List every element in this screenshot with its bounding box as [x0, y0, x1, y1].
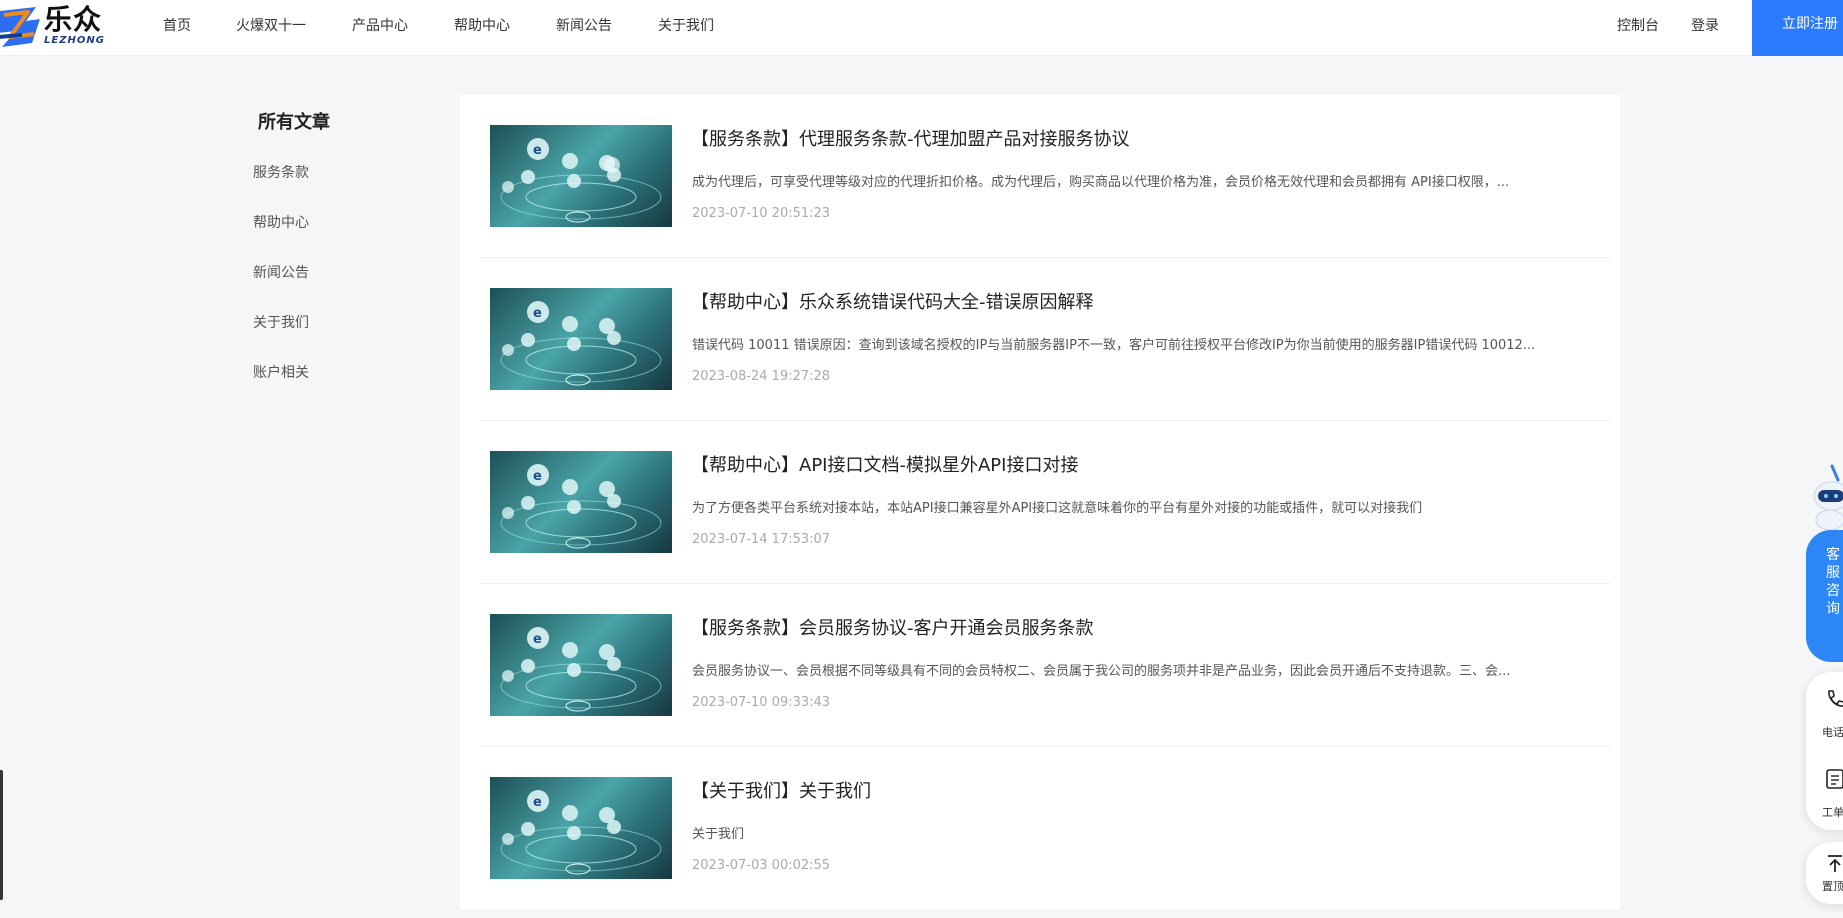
- article-item[interactable]: e 【服务条款】代理服务条款-代理加盟产品对接服务协议 成为代理后，可享受代理等…: [480, 95, 1610, 258]
- login-link[interactable]: 登录: [1691, 15, 1719, 35]
- cs-char: 询: [1826, 601, 1840, 617]
- article-thumbnail[interactable]: e: [490, 288, 672, 390]
- article-summary: 会员服务协议一、会员根据不同等级具有不同的会员特权二、会员属于我公司的服务项并非…: [692, 664, 1511, 679]
- article-summary: 关于我们: [692, 827, 745, 842]
- cs-char: 服: [1826, 565, 1840, 581]
- logo-icon: [0, 7, 40, 47]
- cs-char: 咨: [1826, 583, 1840, 599]
- article-title[interactable]: 【服务条款】会员服务协议-客户开通会员服务条款: [691, 614, 1094, 640]
- logo[interactable]: 乐众 LEZHONG: [0, 0, 115, 52]
- svg-text:e: e: [533, 143, 542, 158]
- cs-char: 客: [1826, 547, 1840, 563]
- article-item[interactable]: e 【帮助中心】乐众系统错误代码大全-错误原因解释 错误代码 10011 错误原…: [480, 258, 1610, 421]
- article-date: 2023-08-24 19:27:28: [692, 369, 831, 384]
- customer-service-button[interactable]: 客 服 咨 询: [1806, 530, 1843, 662]
- article-thumbnail[interactable]: e: [490, 451, 672, 553]
- sidebar-item-account[interactable]: 账户相关: [253, 362, 309, 382]
- tech-illustration-icon: e: [500, 138, 662, 223]
- tech-illustration-icon: e: [500, 627, 662, 712]
- ticket-label[interactable]: 工单: [1822, 804, 1843, 820]
- ticket-icon[interactable]: [1825, 768, 1843, 790]
- article-title[interactable]: 【服务条款】代理服务条款-代理加盟产品对接服务协议: [691, 125, 1130, 151]
- contact-panel: 电话 工单: [1806, 672, 1843, 830]
- tech-illustration-icon: e: [500, 464, 662, 549]
- sidebar-item-help[interactable]: 帮助中心: [253, 212, 309, 232]
- article-title[interactable]: 【关于我们】关于我们: [691, 777, 871, 803]
- nav-item-about[interactable]: 关于我们: [658, 15, 714, 35]
- register-button[interactable]: 立即注册: [1752, 0, 1843, 56]
- phone-label[interactable]: 电话: [1822, 724, 1843, 740]
- scroll-handle[interactable]: [0, 770, 3, 900]
- article-summary: 为了方便各类平台系统对接本站，本站API接口兼容星外API接口这就意味着你的平台…: [692, 501, 1423, 516]
- article-item[interactable]: e 【服务条款】会员服务协议-客户开通会员服务条款 会员服务协议一、会员根据不同…: [480, 584, 1610, 747]
- back-to-top-label: 置顶: [1822, 880, 1843, 893]
- article-summary: 成为代理后，可享受代理等级对应的代理折扣价格。成为代理后，购买商品以代理价格为准…: [692, 175, 1510, 190]
- nav-item-double11[interactable]: 火爆双十一: [236, 15, 306, 35]
- article-date: 2023-07-10 20:51:23: [692, 206, 831, 221]
- article-title[interactable]: 【帮助中心】API接口文档-模拟星外API接口对接: [691, 451, 1078, 477]
- article-summary: 错误代码 10011 错误原因：查询到该域名授权的IP与当前服务器IP不一致，客…: [692, 338, 1536, 353]
- sidebar-title: 所有文章: [258, 112, 330, 133]
- nav-item-home[interactable]: 首页: [163, 15, 191, 35]
- sidebar-item-about[interactable]: 关于我们: [253, 312, 309, 332]
- article-date: 2023-07-03 00:02:55: [692, 858, 831, 873]
- article-thumbnail[interactable]: e: [490, 614, 672, 716]
- back-to-top-button[interactable]: 置顶: [1806, 842, 1843, 904]
- article-item[interactable]: e 【帮助中心】API接口文档-模拟星外API接口对接 为了方便各类平台系统对接…: [480, 421, 1610, 584]
- nav-item-help[interactable]: 帮助中心: [454, 15, 510, 35]
- nav-item-news[interactable]: 新闻公告: [556, 15, 612, 35]
- svg-text:e: e: [533, 469, 542, 484]
- console-link[interactable]: 控制台: [1617, 15, 1659, 35]
- svg-text:e: e: [533, 632, 542, 647]
- article-date: 2023-07-14 17:53:07: [692, 532, 831, 547]
- article-item[interactable]: e 【关于我们】关于我们 关于我们 2023-07-03 00:02:55: [480, 747, 1610, 910]
- sidebar-item-news[interactable]: 新闻公告: [253, 262, 309, 282]
- nav-item-products[interactable]: 产品中心: [352, 15, 408, 35]
- article-date: 2023-07-10 09:33:43: [692, 695, 831, 710]
- logo-name-cn: 乐众: [44, 3, 103, 36]
- top-header: 乐众 LEZHONG 首页 火爆双十一 产品中心 帮助中心 新闻公告 关于我们 …: [0, 0, 1843, 56]
- arrow-up-icon: [1828, 855, 1842, 872]
- article-title[interactable]: 【帮助中心】乐众系统错误代码大全-错误原因解释: [691, 288, 1094, 314]
- sidebar-item-terms[interactable]: 服务条款: [253, 162, 309, 182]
- logo-name-en: LEZHONG: [44, 35, 105, 46]
- article-list: e 【服务条款】代理服务条款-代理加盟产品对接服务协议 成为代理后，可享受代理等…: [460, 95, 1620, 910]
- article-thumbnail[interactable]: e: [490, 125, 672, 227]
- tech-illustration-icon: e: [500, 790, 662, 875]
- robot-mascot-icon: [1813, 464, 1843, 531]
- tech-illustration-icon: e: [500, 301, 662, 386]
- svg-text:e: e: [533, 306, 542, 321]
- article-thumbnail[interactable]: e: [490, 777, 672, 879]
- svg-text:e: e: [533, 795, 542, 810]
- phone-icon[interactable]: [1824, 688, 1843, 710]
